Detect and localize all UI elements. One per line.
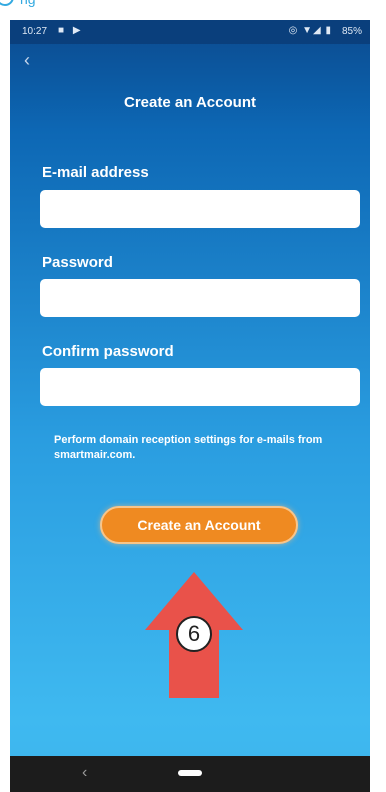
top-fragment-text: ng <box>20 0 36 8</box>
page-title: Create an Account <box>124 94 256 111</box>
back-arrow-icon[interactable]: ‹ <box>24 50 44 70</box>
status-bar: 10:27 ■ ▶ ◎ ▼◢ ▮ 85% <box>10 20 370 44</box>
domain-settings-note: Perform domain reception settings for e-… <box>54 434 323 461</box>
top-marker: ng <box>0 0 386 20</box>
notification-icons: ■ ▶ <box>58 25 84 36</box>
system-status-icons: ◎ ▼◢ ▮ <box>288 25 332 36</box>
phone-screen: 10:27 ■ ▶ ◎ ▼◢ ▮ 85% ‹ Create an Account… <box>10 20 370 792</box>
nav-back-icon[interactable]: ‹ <box>82 764 87 782</box>
nav-home-pill-icon[interactable] <box>178 770 202 776</box>
step-circle-icon <box>0 0 14 6</box>
battery-level: 85% <box>341 26 362 37</box>
callout-number-badge: 6 <box>176 616 212 652</box>
email-label: E-mail address <box>42 164 149 181</box>
password-label: Password <box>42 254 113 271</box>
password-field[interactable] <box>40 279 360 317</box>
email-field[interactable] <box>40 190 360 228</box>
confirm-password-label: Confirm password <box>42 343 174 360</box>
create-account-button[interactable]: Create an Account <box>100 506 298 544</box>
status-time: 10:27 <box>22 26 48 37</box>
confirm-password-field[interactable] <box>40 368 360 406</box>
android-nav-bar: ‹ <box>10 756 370 792</box>
